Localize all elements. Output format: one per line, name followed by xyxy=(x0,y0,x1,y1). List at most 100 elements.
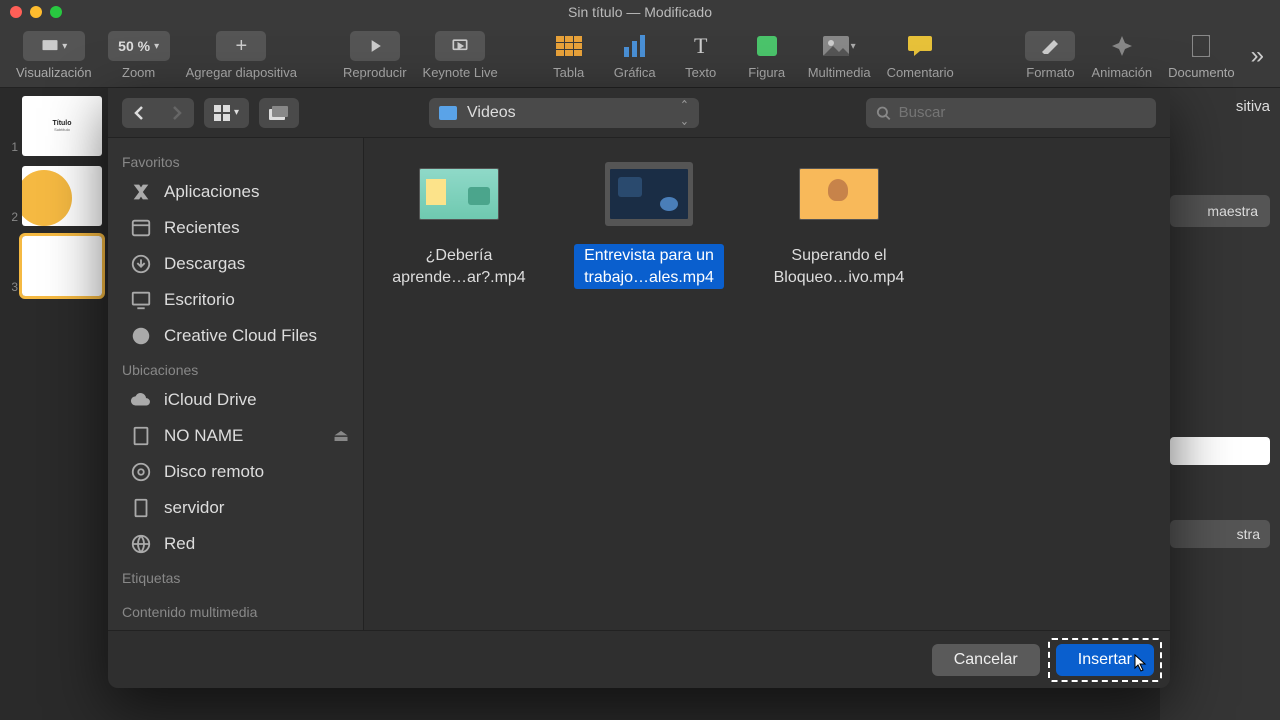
sidebar-item-recents[interactable]: Recientes xyxy=(108,210,363,246)
insert-button[interactable]: Insertar xyxy=(1056,644,1154,676)
slide-thumbnail[interactable]: 1 TítuloSubtítulo xyxy=(4,96,104,156)
sidebar: Favoritos Aplicaciones Recientes Descarg… xyxy=(108,138,364,630)
server-icon xyxy=(130,497,152,519)
sidebar-item-label: Escritorio xyxy=(164,290,235,310)
toolbar-animation-label: Animación xyxy=(1091,65,1152,80)
sidebar-item-network[interactable]: Red xyxy=(108,526,363,562)
toolbar-keynote-live[interactable]: Keynote Live xyxy=(415,31,506,80)
grid-icon xyxy=(214,105,230,121)
toolbar-comment-label: Comentario xyxy=(887,65,954,80)
toolbar-comment[interactable]: Comentario xyxy=(879,31,962,80)
toolbar-more-button[interactable]: » xyxy=(1243,42,1272,70)
app-toolbar: ▾ Visualización 50 %▾ Zoom + Agregar dia… xyxy=(0,24,1280,88)
sidebar-item-label: Red xyxy=(164,534,195,554)
network-icon xyxy=(130,533,152,555)
toolbar-keynote-live-label: Keynote Live xyxy=(423,65,498,80)
title-bar: Sin título — Modificado xyxy=(0,0,1280,24)
toolbar-zoom[interactable]: 50 %▾ Zoom xyxy=(100,31,178,80)
downloads-icon xyxy=(130,253,152,275)
view-mode-button[interactable]: ▾ xyxy=(204,98,249,128)
inspector-button[interactable]: stra xyxy=(1170,520,1270,548)
traffic-lights xyxy=(0,6,62,18)
slide-number: 3 xyxy=(4,280,22,296)
nav-buttons xyxy=(122,98,194,128)
slide-thumbnail[interactable]: 3 xyxy=(4,236,104,296)
disc-icon xyxy=(130,461,152,483)
folder-stack-icon xyxy=(269,106,289,120)
nav-forward-button[interactable] xyxy=(158,98,194,128)
minimize-window-button[interactable] xyxy=(30,6,42,18)
sidebar-section-tags: Etiquetas xyxy=(108,562,363,590)
sidebar-item-label: NO NAME xyxy=(164,426,243,446)
sidebar-item-noname[interactable]: NO NAME ⏏ xyxy=(108,418,363,454)
recents-icon xyxy=(130,217,152,239)
sidebar-item-downloads[interactable]: Descargas xyxy=(108,246,363,282)
sidebar-section-media: Contenido multimedia xyxy=(108,590,363,624)
sidebar-item-creative-cloud[interactable]: Creative Cloud Files xyxy=(108,318,363,354)
sidebar-item-applications[interactable]: Aplicaciones xyxy=(108,174,363,210)
toolbar-format[interactable]: Formato xyxy=(1017,31,1083,80)
sidebar-item-label: iCloud Drive xyxy=(164,390,257,410)
maximize-window-button[interactable] xyxy=(50,6,62,18)
toolbar-media-label: Multimedia xyxy=(808,65,871,80)
sidebar-section-favorites: Favoritos xyxy=(108,146,363,174)
inspector-input[interactable] xyxy=(1170,437,1270,465)
animation-icon xyxy=(1112,36,1132,56)
toolbar-document[interactable]: Documento xyxy=(1160,31,1242,80)
dropdown-arrows-icon: ⌃⌄ xyxy=(680,97,689,128)
toolbar-animation[interactable]: Animación xyxy=(1083,31,1160,80)
nav-back-button[interactable] xyxy=(122,98,158,128)
sidebar-item-label: Creative Cloud Files xyxy=(164,326,317,346)
toolbar-add-slide[interactable]: + Agregar diapositiva xyxy=(178,31,305,80)
file-item[interactable]: ¿Debería aprende…ar?.mp4 xyxy=(384,162,534,289)
toolbar-document-label: Documento xyxy=(1168,65,1234,80)
toolbar-media[interactable]: ▾ Multimedia xyxy=(800,31,879,80)
toolbar-text[interactable]: T Texto xyxy=(668,31,734,80)
slide-thumbnail[interactable]: 2 xyxy=(4,166,104,226)
toolbar-view[interactable]: ▾ Visualización xyxy=(8,31,100,80)
toolbar-play[interactable]: Reproducir xyxy=(335,31,415,80)
file-item[interactable]: Superando el Bloqueo…ivo.mp4 xyxy=(764,162,914,289)
comment-icon xyxy=(908,36,932,56)
sidebar-item-remote-disc[interactable]: Disco remoto xyxy=(108,454,363,490)
slide-number: 2 xyxy=(4,210,22,226)
toolbar-table[interactable]: Tabla xyxy=(536,31,602,80)
sidebar-section-locations: Ubicaciones xyxy=(108,354,363,382)
toolbar-view-label: Visualización xyxy=(16,65,92,80)
dialog-footer: Cancelar Insertar xyxy=(108,630,1170,688)
sidebar-item-label: Recientes xyxy=(164,218,240,238)
path-selector[interactable]: Videos ⌃⌄ xyxy=(429,98,699,128)
toolbar-play-label: Reproducir xyxy=(343,65,407,80)
toolbar-table-label: Tabla xyxy=(553,65,584,80)
document-icon xyxy=(1192,35,1210,57)
format-icon xyxy=(1040,38,1060,54)
insert-button-label: Insertar xyxy=(1078,651,1132,668)
sidebar-item-icloud[interactable]: iCloud Drive xyxy=(108,382,363,418)
drive-icon xyxy=(130,425,152,447)
toolbar-text-label: Texto xyxy=(685,65,716,80)
sidebar-item-label: Descargas xyxy=(164,254,245,274)
cloud-icon xyxy=(130,389,152,411)
search-box[interactable] xyxy=(866,98,1156,128)
file-thumbnail xyxy=(609,168,689,220)
file-label: Superando el Bloqueo…ivo.mp4 xyxy=(764,244,914,289)
eject-icon[interactable]: ⏏ xyxy=(333,426,349,446)
toolbar-chart-label: Gráfica xyxy=(614,65,656,80)
slide-navigator: 1 TítuloSubtítulo 2 3 xyxy=(0,88,108,720)
toolbar-zoom-label: Zoom xyxy=(122,65,155,80)
zoom-value: 50 % xyxy=(118,38,150,54)
search-input[interactable] xyxy=(899,104,1146,121)
toolbar-shape[interactable]: Figura xyxy=(734,31,800,80)
file-thumbnail xyxy=(419,168,499,220)
toolbar-chart[interactable]: Gráfica xyxy=(602,31,668,80)
sidebar-item-server[interactable]: servidor xyxy=(108,490,363,526)
inspector-master-button[interactable]: maestra xyxy=(1170,195,1270,227)
sidebar-item-desktop[interactable]: Escritorio xyxy=(108,282,363,318)
group-button[interactable] xyxy=(259,98,299,128)
toolbar-add-slide-label: Agregar diapositiva xyxy=(186,65,297,80)
close-window-button[interactable] xyxy=(10,6,22,18)
cancel-button[interactable]: Cancelar xyxy=(932,644,1040,676)
current-folder-name: Videos xyxy=(467,104,516,122)
file-item[interactable]: Entrevista para un trabajo…ales.mp4 xyxy=(574,162,724,289)
sidebar-item-label: Aplicaciones xyxy=(164,182,259,202)
